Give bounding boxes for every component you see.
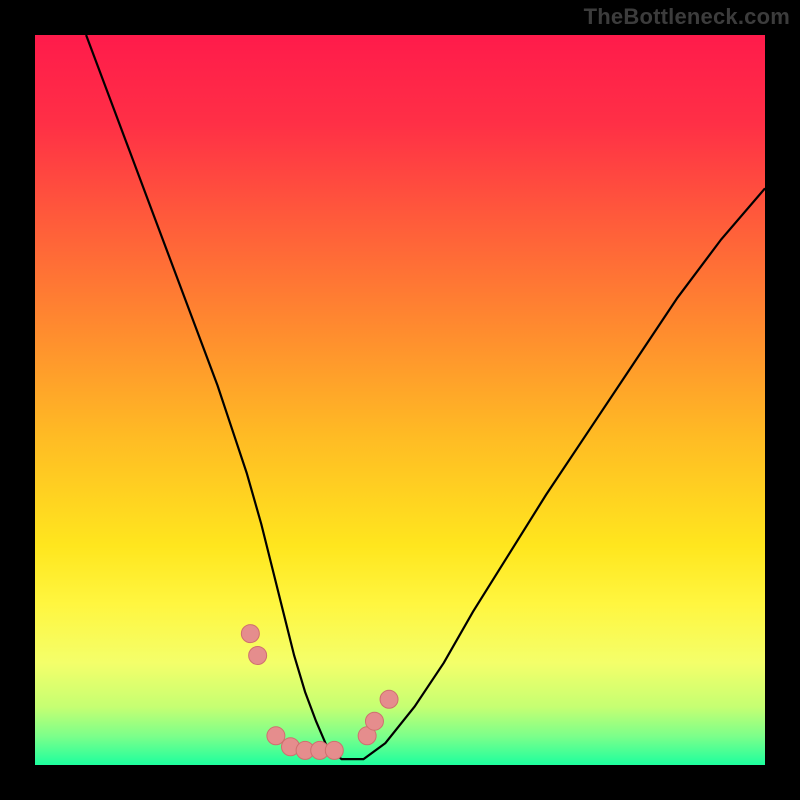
marker-point [249,647,267,665]
gradient-background [35,35,765,765]
marker-point [325,741,343,759]
marker-point [241,625,259,643]
marker-point [267,727,285,745]
watermark-text: TheBottleneck.com [584,4,790,30]
marker-point [380,690,398,708]
plot-area [35,35,765,765]
chart-svg [35,35,765,765]
marker-point [365,712,383,730]
chart-frame: TheBottleneck.com [0,0,800,800]
